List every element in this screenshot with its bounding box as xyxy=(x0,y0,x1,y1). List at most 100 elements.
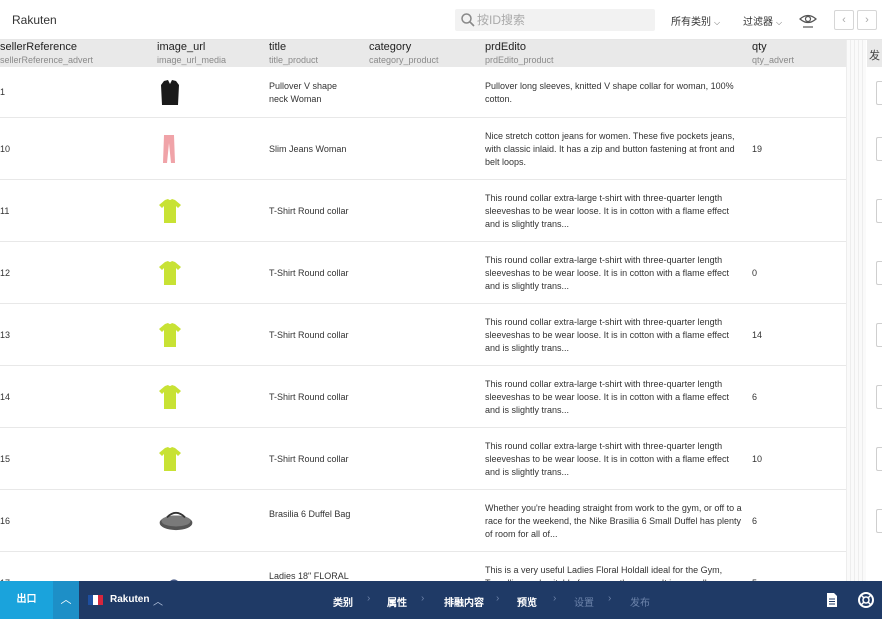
qty-cell: 14 xyxy=(752,329,763,340)
search-box[interactable] xyxy=(455,9,655,31)
product-image xyxy=(156,133,184,165)
help-lifebuoy-icon[interactable] xyxy=(857,591,875,609)
title-cell: T-Shirt Round collar xyxy=(269,205,349,216)
column-header-prdedito[interactable]: prdEdito prdEdito_product xyxy=(485,41,554,66)
category-filter-dropdown[interactable]: 所有类别 ⌵ xyxy=(671,13,720,28)
filters-dropdown[interactable]: 过滤器 ⌵ xyxy=(743,13,782,28)
step-content-mapping[interactable]: 排融内容 xyxy=(444,594,484,609)
side-column-header: 发 xyxy=(867,40,882,67)
seller-reference-cell: 15 xyxy=(0,453,11,464)
chevron-right-icon: › xyxy=(421,593,425,604)
title-cell: Pullover V shape neck Woman xyxy=(269,80,338,104)
seller-reference-cell: 13 xyxy=(0,329,11,340)
description-cell: Whether you're heading straight from wor… xyxy=(485,502,742,539)
step-attributes[interactable]: 属性 xyxy=(387,594,407,609)
step-settings: 设置 xyxy=(574,598,594,609)
filters-label: 过滤器 xyxy=(743,17,773,28)
chevron-right-icon: › xyxy=(608,593,612,604)
chevron-right-icon: › xyxy=(553,593,557,604)
step-preview[interactable]: 预览 xyxy=(517,594,537,609)
grid-header: sellerReference sellerReference_advert i… xyxy=(0,40,846,67)
column-label: title xyxy=(269,41,287,53)
column-sublabel: sellerReference_advert xyxy=(0,55,94,65)
seller-reference-cell: 10 xyxy=(0,143,11,154)
description-cell: This round collar extra-large t-shirt wi… xyxy=(485,378,729,415)
table-row[interactable]: 12 T-Shirt Round collar This round collar … xyxy=(0,242,846,304)
table-row[interactable]: 11 T-Shirt Round collar This round collar … xyxy=(0,180,846,242)
row-side-input[interactable] xyxy=(876,447,882,471)
panel-divider xyxy=(846,40,866,581)
title-cell: T-Shirt Round collar xyxy=(269,453,349,464)
title-cell: Slim Jeans Woman xyxy=(269,143,347,154)
column-label: image_url xyxy=(157,41,206,53)
title-cell: Ladies 18" FLORAL HOLDALL GYM xyxy=(269,571,349,581)
row-side-input[interactable] xyxy=(876,261,882,285)
row-side-input[interactable] xyxy=(876,199,882,223)
product-image xyxy=(156,195,184,227)
qty-cell: 10 xyxy=(752,453,763,464)
column-header-seller-reference[interactable]: sellerReference sellerReference_advert xyxy=(0,41,93,66)
side-column-label: 发 xyxy=(869,50,880,62)
row-side-input[interactable] xyxy=(876,80,882,105)
chevron-up-icon[interactable]: ︿ xyxy=(53,581,79,619)
product-image xyxy=(156,505,193,537)
qty-cell: 0 xyxy=(752,267,758,278)
qty-cell: 19 xyxy=(752,143,763,154)
title-cell: T-Shirt Round collar xyxy=(269,391,349,402)
chevron-up-icon[interactable]: ︿ xyxy=(153,593,163,608)
column-header-category[interactable]: category category_product xyxy=(369,41,439,66)
search-icon xyxy=(461,13,475,27)
chevron-down-icon: ⌵ xyxy=(714,18,721,27)
description-cell: This round collar extra-large t-shirt wi… xyxy=(485,254,729,291)
seller-reference-cell: 16 xyxy=(0,515,11,526)
table-row[interactable]: 14 T-Shirt Round collar This round collar … xyxy=(0,366,846,428)
table-row[interactable]: 15 T-Shirt Round collar This round collar … xyxy=(0,428,846,490)
product-image xyxy=(156,319,184,351)
search-input[interactable] xyxy=(477,10,647,30)
next-page-button[interactable]: › xyxy=(857,10,877,30)
row-side-input[interactable] xyxy=(876,137,882,161)
table-row[interactable]: 1 Pullover V shape neck Woman Pullover lon… xyxy=(0,67,846,118)
column-sublabel: title_product xyxy=(269,55,319,65)
channel-name[interactable]: Rakuten xyxy=(110,594,149,605)
document-icon[interactable] xyxy=(823,591,841,609)
export-button[interactable]: 出口 xyxy=(0,581,53,619)
product-image xyxy=(156,381,184,413)
title-cell: T-Shirt Round collar xyxy=(269,267,349,278)
title-cell: Brasilia 6 Duffel Bag xyxy=(269,509,351,519)
column-header-title[interactable]: title title_product xyxy=(269,41,318,66)
title-cell: T-Shirt Round collar xyxy=(269,329,349,340)
category-filter-label: 所有类别 xyxy=(671,17,711,28)
column-sublabel: prdEdito_product xyxy=(485,55,554,65)
column-header-image-url[interactable]: image_url image_url_media xyxy=(157,41,226,66)
qty-cell: 6 xyxy=(752,515,758,526)
step-category[interactable]: 类别 xyxy=(333,594,353,609)
description-cell: This is a very useful Ladies Floral Hold… xyxy=(485,564,723,582)
column-header-qty[interactable]: qty qty_advert xyxy=(752,41,794,66)
app-title: Rakuten xyxy=(12,13,57,27)
prev-page-button[interactable]: ‹ xyxy=(834,10,854,30)
description-cell: This round collar extra-large t-shirt wi… xyxy=(485,440,729,477)
description-cell: This round collar extra-large t-shirt wi… xyxy=(485,192,729,229)
product-image xyxy=(156,443,184,475)
row-side-input[interactable] xyxy=(876,509,882,533)
product-image xyxy=(156,257,184,289)
top-toolbar: Rakuten 所有类别⌵ 过滤器⌵ ‹ › xyxy=(0,0,882,40)
column-sublabel: category_product xyxy=(369,55,439,65)
table-row[interactable]: 17Ladies 18" FLORAL HOLDALL GYMThis is a… xyxy=(0,552,846,581)
table-row[interactable]: 10 Slim Jeans Woman Nice stretch cotton je… xyxy=(0,118,846,180)
table-row[interactable]: 13 T-Shirt Round collar This round collar … xyxy=(0,304,846,366)
step-publish: 发布 xyxy=(630,598,650,609)
seller-reference-cell: 1 xyxy=(0,87,6,97)
visibility-icon[interactable] xyxy=(799,11,817,29)
seller-reference-cell: 14 xyxy=(0,391,11,402)
product-image xyxy=(156,77,184,109)
table-row[interactable]: 16 Brasilia 6 Duffel Bag Whether you're he… xyxy=(0,490,846,552)
description-cell: Nice stretch cotton jeans for women. The… xyxy=(485,130,735,167)
column-label: prdEdito xyxy=(485,41,526,53)
row-side-input[interactable] xyxy=(876,385,882,409)
row-side-input[interactable] xyxy=(876,323,882,347)
right-side-panel: 发 xyxy=(846,40,882,581)
bottom-action-bar: 出口 ︿ Rakuten ︿ 类别 › 属性 › 排融内容 › 预览 › 设置 … xyxy=(0,581,882,619)
column-label: category xyxy=(369,41,412,53)
